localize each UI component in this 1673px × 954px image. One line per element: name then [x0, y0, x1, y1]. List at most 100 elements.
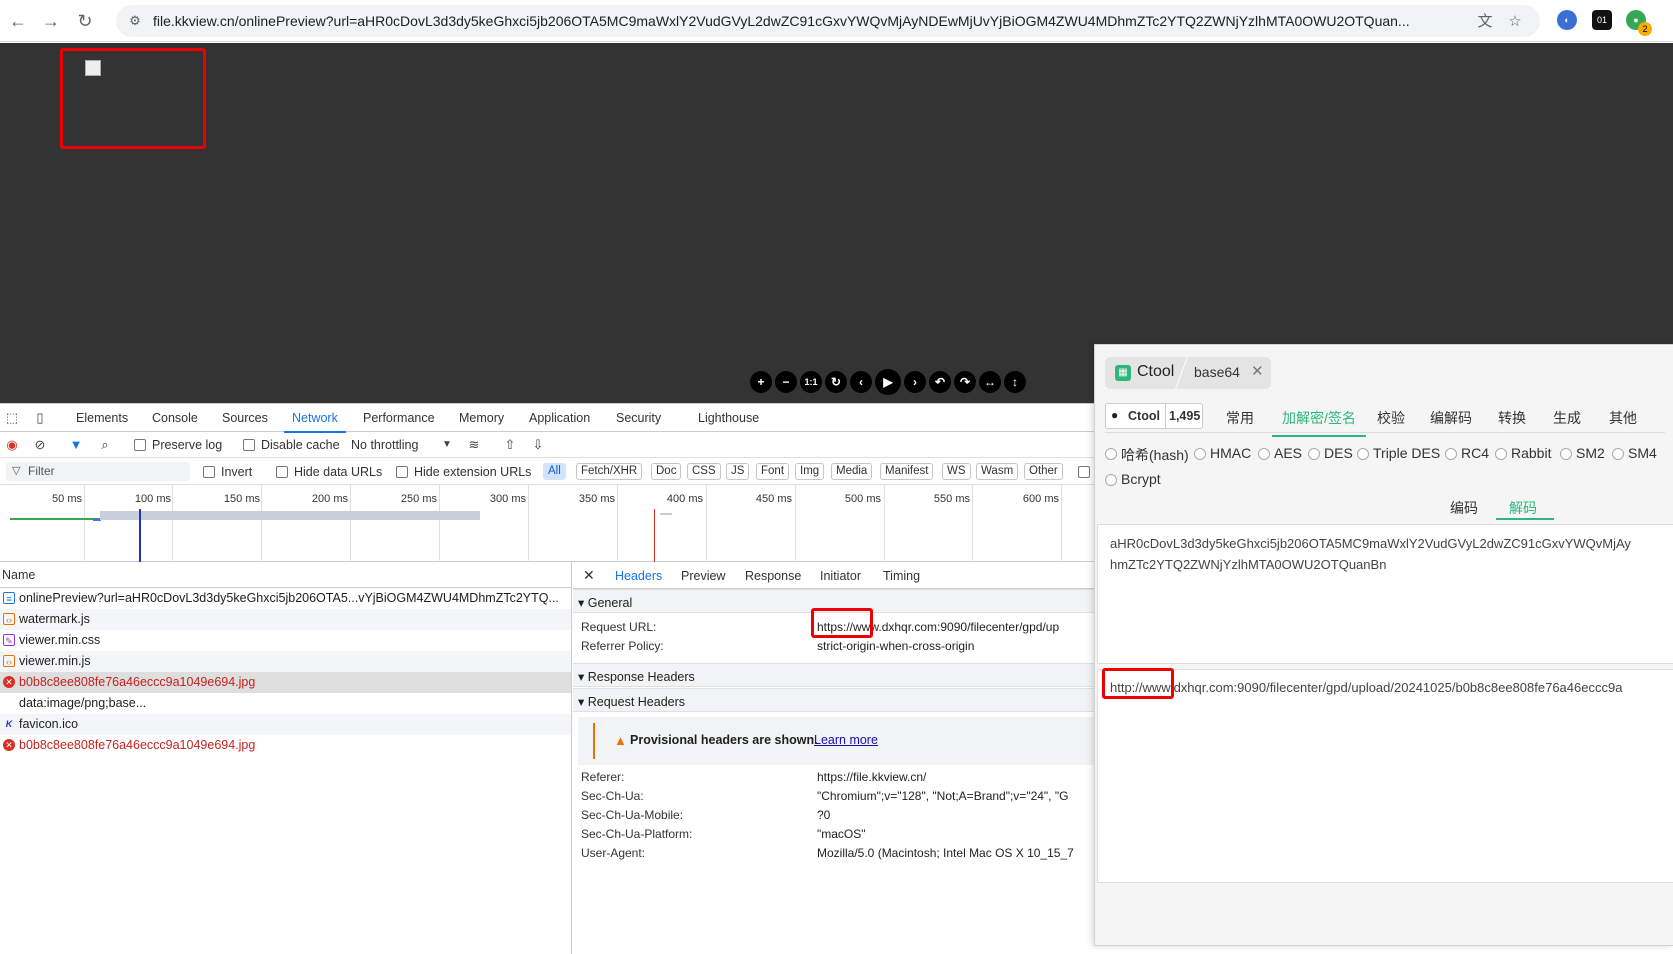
type-filter-fetch[interactable]: Fetch/XHR [576, 463, 642, 480]
one-to-one-button[interactable]: 1:1 [800, 371, 822, 393]
algo-des-label[interactable]: DES [1324, 445, 1353, 461]
play-button[interactable]: ▶ [875, 369, 901, 395]
algo-aes-label[interactable]: AES [1274, 445, 1302, 461]
throttling-select[interactable]: No throttling [351, 438, 418, 452]
rotate-right-button[interactable]: ↷ [954, 371, 976, 393]
input-textarea[interactable]: aHR0cDovL3d3dy5keGhxci5jb206OTA5MC9maWxl… [1097, 524, 1673, 664]
nav-encoding[interactable]: 编解码 [1430, 408, 1472, 428]
request-row[interactable]: ≡ onlinePreview?url=aHR0cDovL3d3dy5keGhx… [0, 588, 571, 609]
filter-icon[interactable]: ▼ [67, 436, 85, 454]
hide-extension-urls-checkbox[interactable] [396, 466, 408, 478]
next-button[interactable]: › [904, 371, 926, 393]
record-icon[interactable]: ◉ [3, 436, 21, 454]
tab-security[interactable]: Security [616, 411, 661, 425]
type-filter-doc[interactable]: Doc [651, 463, 681, 480]
close-tab-icon[interactable]: ✕ [1251, 362, 1264, 380]
clear-icon[interactable]: ⊘ [31, 436, 49, 454]
request-row[interactable]: data:image/png;base... [0, 693, 571, 714]
request-row[interactable]: K favicon.ico [0, 714, 571, 735]
radio-des[interactable] [1308, 448, 1320, 460]
blocked-checkbox[interactable] [1078, 466, 1090, 478]
type-filter-img[interactable]: Img [795, 463, 824, 480]
hide-data-urls-checkbox[interactable] [276, 466, 288, 478]
export-har-icon[interactable]: ⇩ [529, 436, 547, 454]
algo-rc4-label[interactable]: RC4 [1461, 445, 1489, 461]
extension-icon[interactable]: ◐ [1557, 10, 1577, 30]
disable-cache-checkbox[interactable] [243, 439, 255, 451]
radio-rabbit[interactable] [1495, 448, 1507, 460]
tab-response[interactable]: Response [745, 569, 801, 583]
algo-bcrypt-label[interactable]: Bcrypt [1121, 471, 1161, 487]
request-row[interactable]: ‹› viewer.min.js [0, 651, 571, 672]
binary-extension-icon[interactable]: 01 [1592, 10, 1612, 30]
tab-application[interactable]: Application [529, 411, 590, 425]
type-filter-js[interactable]: JS [726, 463, 749, 480]
type-filter-other[interactable]: Other [1024, 463, 1063, 480]
address-url[interactable]: file.kkview.cn/onlinePreview?url=aHR0cDo… [153, 13, 1453, 29]
tab-memory[interactable]: Memory [459, 411, 504, 425]
response-headers-section-header[interactable]: ▾ Response Headers [573, 663, 1094, 687]
radio-hmac[interactable] [1194, 448, 1206, 460]
inspect-element-icon[interactable]: ⬚ [3, 409, 21, 427]
algo-hash-label[interactable]: 哈希(hash) [1121, 445, 1189, 465]
nav-common[interactable]: 常用 [1226, 408, 1254, 428]
tab-elements[interactable]: Elements [76, 411, 128, 425]
import-har-icon[interactable]: ⇧ [501, 436, 519, 454]
radio-aes[interactable] [1258, 448, 1270, 460]
radio-triple-des[interactable] [1357, 448, 1369, 460]
flip-vertical-button[interactable]: ↕ [1004, 371, 1026, 393]
zoom-out-button[interactable]: − [775, 371, 797, 393]
tab-preview[interactable]: Preview [681, 569, 725, 583]
network-conditions-icon[interactable]: ≋ [465, 436, 483, 454]
request-row[interactable]: ✎ viewer.min.css [0, 630, 571, 651]
type-filter-manifest[interactable]: Manifest [880, 463, 933, 480]
filter-input[interactable]: ▽ Filter [6, 462, 190, 481]
tab-lighthouse[interactable]: Lighthouse [698, 411, 759, 425]
radio-rc4[interactable] [1445, 448, 1457, 460]
output-textarea[interactable]: http://www.dxhqr.com:9090/filecenter/gpd… [1097, 669, 1673, 883]
site-settings-icon[interactable]: ⚙ [126, 12, 144, 30]
type-filter-css[interactable]: CSS [687, 463, 721, 480]
ctool-tab-main[interactable]: ▦ Ctool base64 ✕ [1105, 357, 1271, 389]
request-row[interactable]: ✕ b0b8c8ee808fe76a46eccc9a1049e694.jpg [0, 735, 571, 756]
request-row[interactable]: ‹› watermark.js [0, 609, 571, 630]
tab-initiator[interactable]: Initiator [820, 569, 861, 583]
tab-console[interactable]: Console [152, 411, 198, 425]
subtab-encode[interactable]: 编码 [1450, 498, 1478, 518]
nav-verify[interactable]: 校验 [1377, 408, 1405, 428]
chevron-down-icon[interactable]: ▼ [438, 436, 456, 454]
nav-other[interactable]: 其他 [1609, 408, 1637, 428]
search-icon[interactable]: ⌕ [96, 436, 114, 454]
forward-icon[interactable]: → [39, 9, 63, 33]
radio-sm2[interactable] [1560, 448, 1572, 460]
name-column-header[interactable]: Name [0, 562, 571, 588]
learn-more-link[interactable]: Learn more [814, 733, 878, 747]
type-filter-wasm[interactable]: Wasm [976, 463, 1018, 480]
tab-sources[interactable]: Sources [222, 411, 268, 425]
type-filter-media[interactable]: Media [831, 463, 872, 480]
subtab-decode[interactable]: 解码 [1509, 498, 1537, 518]
tab-performance[interactable]: Performance [363, 411, 435, 425]
type-filter-font[interactable]: Font [756, 463, 789, 480]
request-row-selected[interactable]: ✕ b0b8c8ee808fe76a46eccc9a1049e694.jpg [0, 672, 571, 693]
nav-crypto[interactable]: 加解密/签名 [1282, 408, 1356, 428]
ctool-tab-base64-label[interactable]: base64 [1194, 364, 1240, 380]
prev-button[interactable]: ‹ [850, 371, 872, 393]
close-icon[interactable]: ✕ [583, 567, 595, 584]
github-star-button[interactable]: ● Ctool 1,495 [1105, 403, 1203, 429]
radio-sm4[interactable] [1612, 448, 1624, 460]
type-filter-all[interactable]: All [543, 463, 566, 480]
nav-generate[interactable]: 生成 [1553, 408, 1581, 428]
bookmark-star-icon[interactable]: ☆ [1506, 13, 1524, 31]
tab-headers[interactable]: Headers [615, 569, 662, 583]
algo-sm4-label[interactable]: SM4 [1628, 445, 1657, 461]
algo-sm2-label[interactable]: SM2 [1576, 445, 1605, 461]
flip-horizontal-button[interactable]: ↔ [979, 371, 1001, 393]
preserve-log-checkbox[interactable] [134, 439, 146, 451]
reload-icon[interactable]: ↻ [73, 9, 97, 33]
request-headers-section-header[interactable]: ▾ Request Headers [573, 688, 1094, 712]
nav-convert[interactable]: 转换 [1498, 408, 1526, 428]
translate-icon[interactable]: 文 [1476, 13, 1494, 31]
rotate-left-button[interactable]: ↶ [929, 371, 951, 393]
invert-checkbox[interactable] [203, 466, 215, 478]
